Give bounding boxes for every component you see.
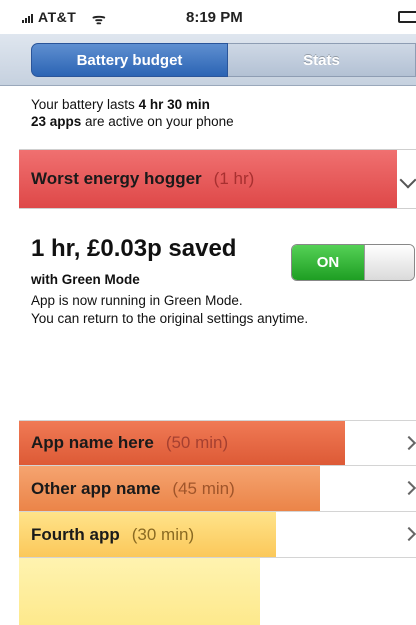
app-row[interactable]: Other app name (45 min) <box>19 466 416 512</box>
app-row[interactable]: App name here (50 min) <box>19 420 416 466</box>
toggle-on-label: ON <box>292 245 364 280</box>
green-mode-message: App is now running in Green Mode. You ca… <box>31 293 309 326</box>
segmented-control: Battery budget Stats <box>0 34 416 86</box>
active-apps-line: 23 apps are active on your phone <box>31 114 234 129</box>
battery-icon <box>398 11 416 23</box>
green-mode-toggle[interactable]: ON <box>291 244 415 281</box>
app-row-partial[interactable] <box>19 558 416 625</box>
saved-amount: 1 hr, £0.03p saved <box>31 235 237 262</box>
battery-life-value: 4 hr 30 min <box>138 97 210 112</box>
app-name: Fourth app <box>31 524 120 544</box>
status-time: 8:19 PM <box>186 9 243 26</box>
chevron-right-icon[interactable] <box>401 435 416 451</box>
status-bar: AT&T ᯤ 8:19 PM <box>0 0 416 34</box>
wifi-icon: ᯤ <box>92 11 106 28</box>
green-mode-label: with Green Mode <box>31 272 140 287</box>
active-apps-count: 23 apps <box>31 114 82 129</box>
tab-stats[interactable]: Stats <box>228 43 416 77</box>
chevron-right-icon[interactable] <box>401 526 416 542</box>
toggle-knob[interactable] <box>364 245 414 280</box>
app-time: (45 min) <box>172 478 235 498</box>
app-time: (50 min) <box>165 433 229 452</box>
app-usage-bar <box>19 558 260 625</box>
hogger-title: Worst energy hogger <box>31 169 202 188</box>
worst-hogger-row[interactable]: Worst energy hogger (1 hr) <box>19 149 416 209</box>
app-name: App name here <box>31 433 154 452</box>
chevron-right-icon[interactable] <box>401 480 416 496</box>
battery-life-line: Your battery lasts 4 hr 30 min <box>31 97 210 112</box>
battery-summary: Your battery lasts 4 hr 30 min 23 apps a… <box>31 96 234 130</box>
hogger-time: (1 hr) <box>213 169 255 188</box>
carrier-label: AT&T <box>38 9 77 25</box>
app-time: (30 min) <box>131 524 195 544</box>
signal-icon <box>22 13 36 23</box>
chevron-down-icon[interactable] <box>399 171 416 189</box>
app-row[interactable]: Fourth app (30 min) <box>19 512 416 558</box>
tab-battery-budget[interactable]: Battery budget <box>31 43 228 77</box>
app-name: Other app name <box>31 478 161 498</box>
